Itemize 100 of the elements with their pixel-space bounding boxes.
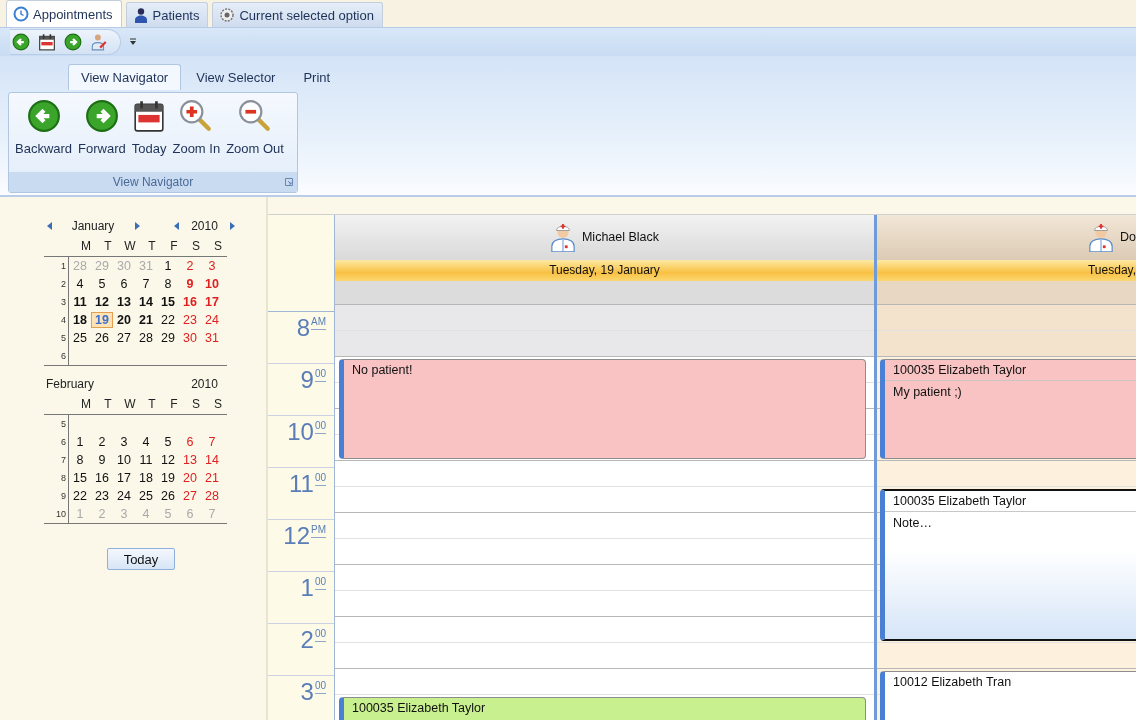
calendar-day[interactable]: 24 xyxy=(201,312,223,328)
dialog-launcher-icon[interactable] xyxy=(285,178,293,186)
calendar-day[interactable]: 22 xyxy=(69,488,91,504)
calendar-day[interactable]: 13 xyxy=(179,452,201,468)
calendar-day[interactable]: 1 xyxy=(157,258,179,274)
calendar-day[interactable]: 19 xyxy=(157,470,179,486)
calendar-day[interactable]: 7 xyxy=(135,276,157,292)
calendar-day[interactable]: 21 xyxy=(135,312,157,328)
calendar-day[interactable]: 15 xyxy=(69,470,91,486)
calendar-day[interactable]: 6 xyxy=(113,276,135,292)
calendar-day[interactable]: 28 xyxy=(201,488,223,504)
calendar-day[interactable]: 11 xyxy=(135,452,157,468)
ribbon-button[interactable]: Zoom Out xyxy=(223,97,287,172)
calendar-day[interactable]: 24 xyxy=(113,488,135,504)
appointment[interactable]: 100035 Elizabeth Taylor My patient ;) xyxy=(880,359,1136,459)
calendar-day[interactable]: 18 xyxy=(69,312,91,328)
calendar-day[interactable]: 28 xyxy=(135,330,157,346)
ribbon-button[interactable]: Backward xyxy=(12,97,76,172)
appointment[interactable]: 10012 Elizabeth Tran xyxy=(880,671,1136,720)
ribbon-tab[interactable]: View Selector xyxy=(183,64,289,90)
clock-icon xyxy=(13,6,29,22)
hour-label: 1 xyxy=(300,575,314,603)
calendar-day[interactable]: 27 xyxy=(179,488,201,504)
calendar-day[interactable]: 2 xyxy=(179,258,201,274)
calendar-day[interactable]: 16 xyxy=(179,294,201,310)
calendar-day[interactable]: 5 xyxy=(91,276,113,292)
calendar-day[interactable]: 29 xyxy=(157,330,179,346)
next-arrow-icon[interactable] xyxy=(229,222,235,230)
calendar-day[interactable]: 26 xyxy=(157,488,179,504)
tab[interactable]: Appointments xyxy=(6,0,122,27)
week-number: 6 xyxy=(44,347,69,365)
calendar-icon xyxy=(132,99,167,133)
calendar-day[interactable]: 4 xyxy=(69,276,91,292)
calendar-day[interactable]: 21 xyxy=(201,470,223,486)
calendar-day[interactable]: 25 xyxy=(69,330,91,346)
calendar-day[interactable]: 10 xyxy=(201,276,223,292)
resource-header[interactable]: Do xyxy=(877,215,1136,260)
calendar-day[interactable]: 7 xyxy=(201,434,223,450)
ribbon-tab[interactable]: View Navigator xyxy=(68,64,182,90)
calendar-day[interactable]: 15 xyxy=(157,294,179,310)
calendar-day[interactable]: 9 xyxy=(179,276,201,292)
previous-arrow-icon[interactable] xyxy=(174,222,180,230)
week-number: 6 xyxy=(44,433,69,451)
time-suffix: 00 xyxy=(314,576,326,590)
previous-arrow-icon[interactable] xyxy=(47,222,53,230)
calendar-day[interactable]: 12 xyxy=(91,294,113,310)
calendar-day[interactable]: 11 xyxy=(69,294,91,310)
next-arrow-icon[interactable] xyxy=(134,222,140,230)
calendar-day[interactable]: 18 xyxy=(135,470,157,486)
calendar-day[interactable]: 31 xyxy=(201,330,223,346)
appointment[interactable]: No patient! xyxy=(339,359,866,459)
back-icon[interactable] xyxy=(12,33,30,51)
calendar-day[interactable]: 1 xyxy=(69,434,91,450)
resource-header[interactable]: Michael Black xyxy=(335,215,874,260)
calendar-day[interactable]: 27 xyxy=(113,330,135,346)
calendar-day[interactable]: 17 xyxy=(113,470,135,486)
calendar-day[interactable]: 8 xyxy=(157,276,179,292)
calendar-day[interactable]: 17 xyxy=(201,294,223,310)
dropdown-icon[interactable] xyxy=(129,38,137,46)
calendar-day[interactable]: 14 xyxy=(135,294,157,310)
month-label: February xyxy=(45,377,96,391)
person-icon xyxy=(132,7,149,23)
calendar-day[interactable]: 22 xyxy=(157,312,179,328)
appointment-title: 10012 Elizabeth Tran xyxy=(892,674,1013,691)
calendar-day[interactable]: 2 xyxy=(91,434,113,450)
calendar-day[interactable]: 13 xyxy=(113,294,135,310)
calendar-day[interactable]: 12 xyxy=(157,452,179,468)
calendar-day[interactable]: 23 xyxy=(179,312,201,328)
person-icon[interactable] xyxy=(90,33,108,51)
calendar-day[interactable]: 3 xyxy=(113,434,135,450)
calendar-icon[interactable] xyxy=(38,33,56,51)
calendar-day[interactable]: 8 xyxy=(69,452,91,468)
calendar-day[interactable]: 5 xyxy=(157,434,179,450)
calendar-day[interactable]: 4 xyxy=(135,434,157,450)
forward-icon[interactable] xyxy=(64,33,82,51)
tab[interactable]: Patients xyxy=(125,2,209,27)
weekday-label: S xyxy=(213,239,223,253)
ribbon-button[interactable]: Zoom In xyxy=(169,97,224,172)
appointment[interactable]: 100035 Elizabeth Taylor Note… xyxy=(880,489,1136,641)
calendar-day[interactable]: 16 xyxy=(91,470,113,486)
calendar-day[interactable]: 9 xyxy=(91,452,113,468)
calendar-day[interactable]: 14 xyxy=(201,452,223,468)
calendar-day[interactable]: 10 xyxy=(113,452,135,468)
ribbon-tab[interactable]: Print xyxy=(290,64,344,90)
appointment-title: 100035 Elizabeth Taylor xyxy=(351,700,487,717)
appointment[interactable]: 100035 Elizabeth Taylor xyxy=(339,697,866,720)
calendar-day[interactable]: 26 xyxy=(91,330,113,346)
calendar-day[interactable]: 19 xyxy=(91,312,113,328)
calendar-day[interactable]: 30 xyxy=(179,330,201,346)
calendar-day[interactable]: 6 xyxy=(179,434,201,450)
today-button[interactable]: Today xyxy=(107,548,175,570)
calendar-day[interactable]: 3 xyxy=(201,258,223,274)
calendar-day[interactable]: 23 xyxy=(91,488,113,504)
calendar-day[interactable]: 20 xyxy=(113,312,135,328)
ribbon-button[interactable]: Today xyxy=(128,97,170,172)
ribbon-button[interactable]: Forward xyxy=(75,97,129,172)
tab[interactable]: Current selected option xyxy=(212,2,383,27)
week-number: 10 xyxy=(44,505,69,523)
calendar-day[interactable]: 25 xyxy=(135,488,157,504)
calendar-day[interactable]: 20 xyxy=(179,470,201,486)
